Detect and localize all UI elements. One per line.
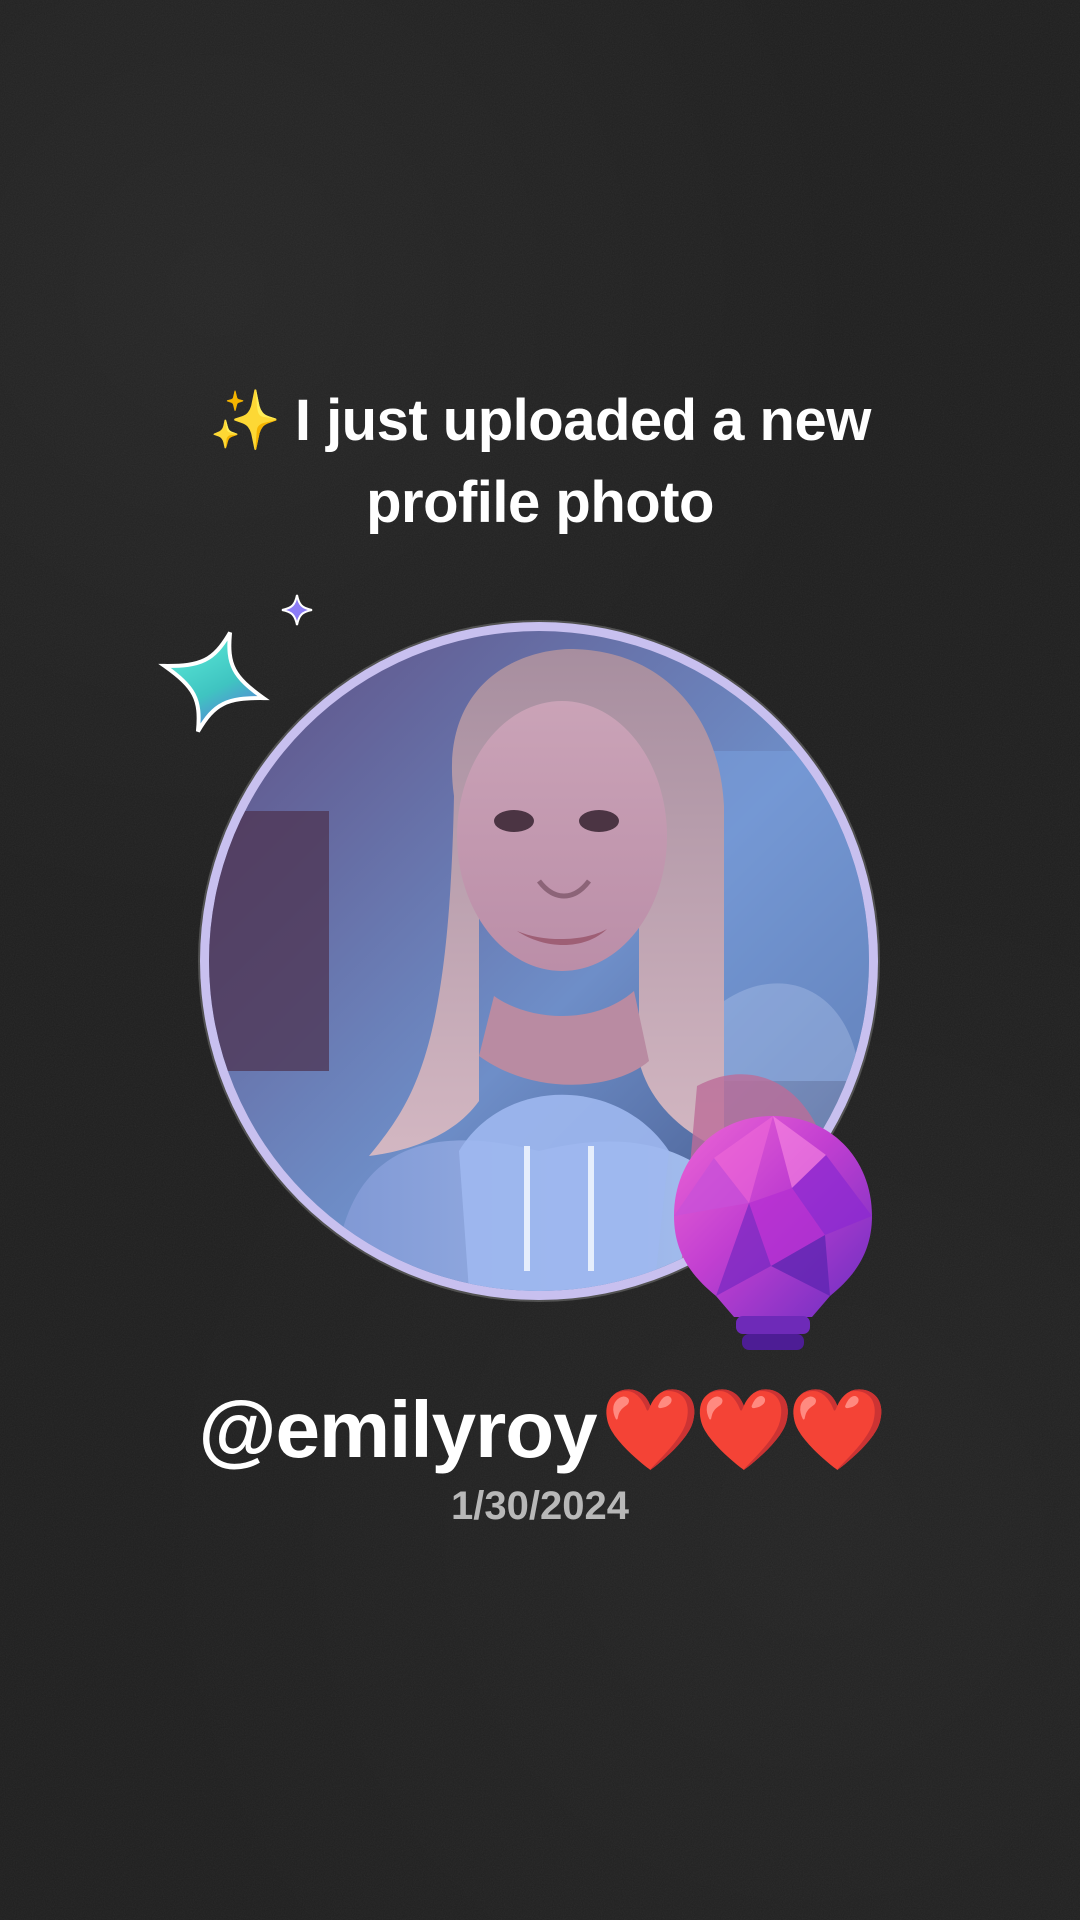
headline-text-1: I just uploaded a new [294, 388, 872, 453]
story-screen: ✨ I just uploaded a new profile photo @e… [0, 0, 1080, 1920]
headline: ✨ I just uploaded a new profile photo [100, 380, 980, 544]
headline-line-2: profile photo [366, 470, 714, 535]
lightbulb-icon [674, 1116, 872, 1350]
headline-line-1: ✨ I just uploaded a new [100, 380, 980, 462]
hearts-icon: ❤️❤️❤️ [600, 1385, 888, 1474]
username[interactable]: @emilyroy [199, 1385, 598, 1474]
username-row: @emilyroy❤️❤️❤️ [90, 1380, 990, 1480]
post-date: 1/30/2024 [451, 1484, 629, 1528]
sparkles-icon: ✨ [209, 388, 281, 453]
